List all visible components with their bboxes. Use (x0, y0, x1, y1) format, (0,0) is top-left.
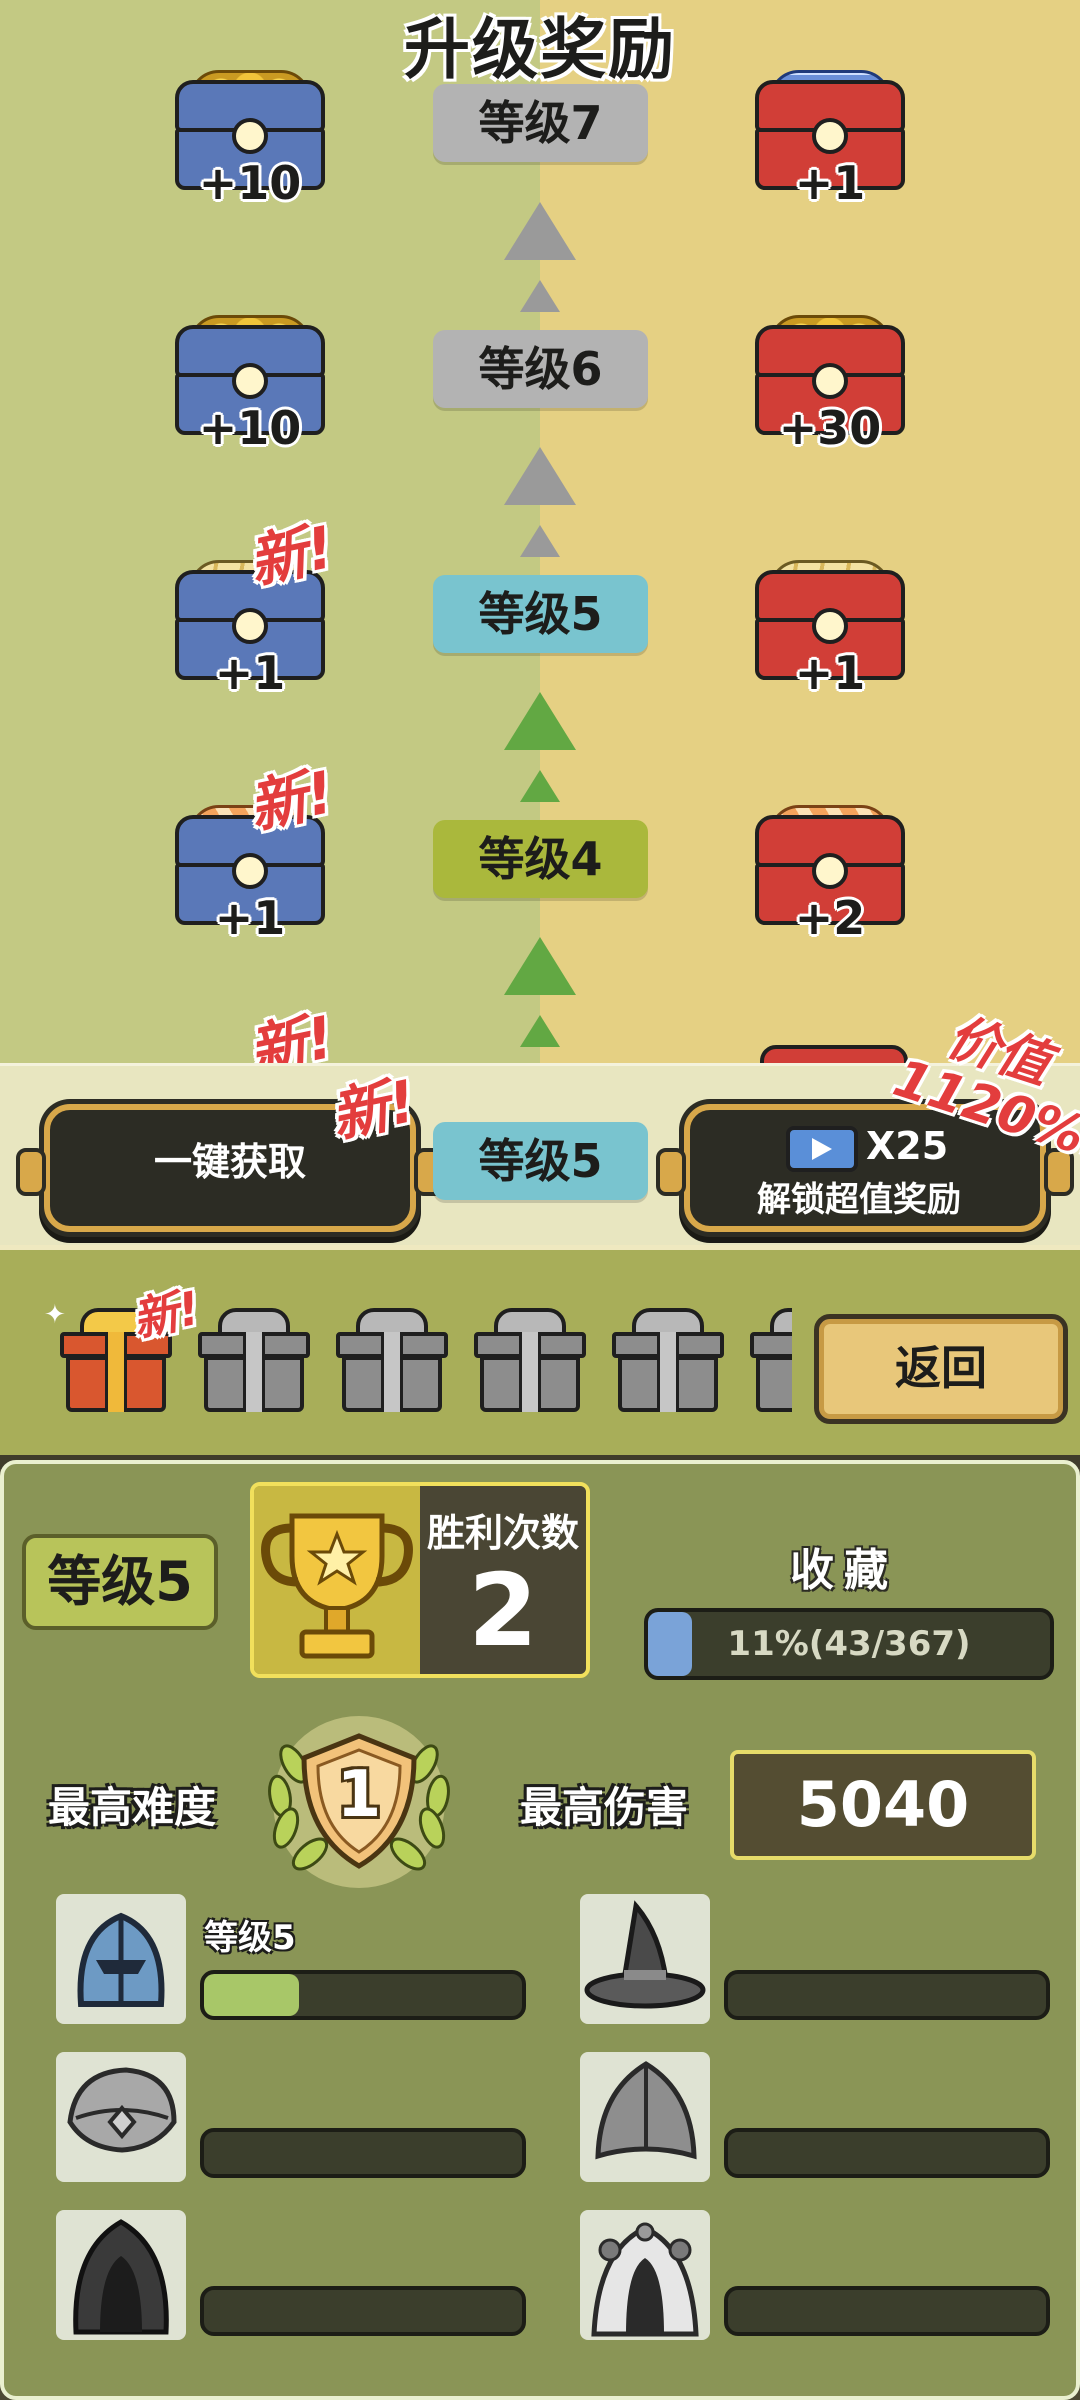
premium-reward-chest-level-7[interactable]: +1 (755, 70, 905, 210)
premium-reward-chest-level-6[interactable]: +30 (755, 315, 905, 455)
hood-icon (595, 2061, 697, 2160)
gift-box-locked[interactable] (474, 1302, 586, 1412)
reward-count: +1 (214, 646, 286, 700)
progress-arrow-icon (504, 447, 576, 505)
reward-count: +1 (794, 646, 866, 700)
lock-icon (812, 608, 848, 644)
progress-arrow-icon (520, 770, 560, 802)
free-reward-chest-level-6[interactable]: +10 (175, 315, 325, 455)
max-damage-value: 5040 (730, 1750, 1036, 1860)
progress-arrow-icon (504, 692, 576, 750)
max-damage-label: 最高伤害 (520, 1783, 689, 1832)
new-badge: 新! (242, 757, 340, 842)
wins-card: 胜利次数 2 (250, 1482, 590, 1678)
knight-helmet-icon (77, 1912, 165, 2007)
unlock-multiplier: X25 (866, 1124, 949, 1168)
collection-progress-bar[interactable]: 11%(43/367) (644, 1608, 1054, 1680)
gift-box-locked[interactable] (612, 1302, 724, 1412)
progress-arrow-icon (520, 280, 560, 312)
video-play-icon (786, 1126, 858, 1172)
reward-count: +1 (794, 156, 866, 210)
unlock-label: 解锁超值奖励 (757, 1180, 961, 1220)
lock-icon (232, 608, 268, 644)
hero-tile-knight[interactable] (56, 1894, 186, 2024)
gift-box-locked[interactable] (198, 1302, 310, 1412)
level-pill-6: 等级6 (433, 330, 648, 408)
current-level-pill: 等级5 (433, 1122, 648, 1200)
hero-tile-turban[interactable] (56, 2052, 186, 2182)
collection-progress-text: 11%(43/367) (727, 1624, 971, 1664)
player-level-badge: 等级5 (22, 1534, 218, 1630)
dark-hood-icon (73, 2219, 169, 2335)
sparkle-icon: ✦ (44, 1300, 66, 1330)
gift-box-partial (750, 1302, 792, 1422)
progress-arrow-icon (520, 525, 560, 557)
lock-icon (232, 118, 268, 154)
lock-icon (232, 363, 268, 399)
turban-icon (67, 2067, 177, 2153)
stats-panel: 等级5 胜利次数 2 收藏 11%(43/367) 最高难度 1 最高伤害 50… (0, 1460, 1080, 2400)
progress-arrow-icon (504, 937, 576, 995)
witch-hat-icon (584, 1900, 706, 2009)
gift-box-locked[interactable] (336, 1302, 448, 1412)
max-difficulty-label: 最高难度 (48, 1783, 217, 1832)
wins-value: 2 (468, 1552, 538, 1669)
hero-progress-bar (200, 1970, 526, 2020)
max-difficulty-value: 1 (336, 1758, 382, 1832)
level-pill-5: 等级5 (433, 575, 648, 653)
hero-tile-hood[interactable] (580, 2052, 710, 2182)
free-reward-chest-level-7[interactable]: +10 (175, 70, 325, 210)
reward-count: +2 (794, 891, 866, 945)
lock-icon (812, 363, 848, 399)
hero-progress-bar (724, 2286, 1050, 2336)
trophy-icon (254, 1486, 420, 1674)
collection-label: 收藏 (790, 1545, 898, 1596)
hero-level-label: 等级5 (204, 1918, 296, 1958)
hero-tile-flower-veil[interactable] (580, 2210, 710, 2340)
progress-arrow-icon (520, 1015, 560, 1047)
claim-all-label: 一键获取 (153, 1140, 306, 1184)
wins-label: 胜利次数 (426, 1511, 579, 1555)
reward-count: +10 (198, 156, 302, 210)
upgrade-rewards-panel: 升级奖励 +10 等级7 +1 +10 等级6 +30 +1 新! 等级5 +1 (0, 0, 1080, 1245)
hero-tile-dark-hood[interactable] (56, 2210, 186, 2340)
new-badge: 新! (127, 1280, 205, 1348)
level-pill-4: 等级4 (433, 820, 648, 898)
lock-icon (812, 118, 848, 154)
gift-strip: 新! ✦ 返回 (0, 1245, 1080, 1469)
reward-count: +1 (214, 891, 286, 945)
progress-arrow-icon (504, 202, 576, 260)
hero-progress-bar (724, 2128, 1050, 2178)
back-label: 返回 (895, 1341, 987, 1395)
level-pill-7: 等级7 (433, 84, 648, 162)
back-button[interactable]: 返回 (814, 1314, 1068, 1424)
hero-progress-bar (200, 2128, 526, 2178)
hero-progress-bar (724, 1970, 1050, 2020)
page-title: 升级奖励 (404, 11, 676, 88)
premium-reward-chest-level-5[interactable]: +1 (755, 560, 905, 700)
new-badge: 新! (324, 1066, 422, 1151)
premium-reward-chest-level-4[interactable]: +2 (755, 805, 905, 945)
hero-tile-witch[interactable] (580, 1894, 710, 2024)
lock-icon (812, 853, 848, 889)
lock-icon (232, 853, 268, 889)
hero-progress-fill (204, 1974, 300, 2016)
reward-count: +30 (778, 401, 882, 455)
claim-bar: 一键获取 新! 等级5 X25 解锁超值奖励 价值 1120%! (0, 1007, 1080, 1245)
reward-count: +10 (198, 401, 302, 455)
new-badge: 新! (242, 512, 340, 597)
flower-veil-icon (591, 2222, 699, 2337)
difficulty-laurel-badge: 1 (254, 1714, 464, 1890)
hero-progress-bar (200, 2286, 526, 2336)
